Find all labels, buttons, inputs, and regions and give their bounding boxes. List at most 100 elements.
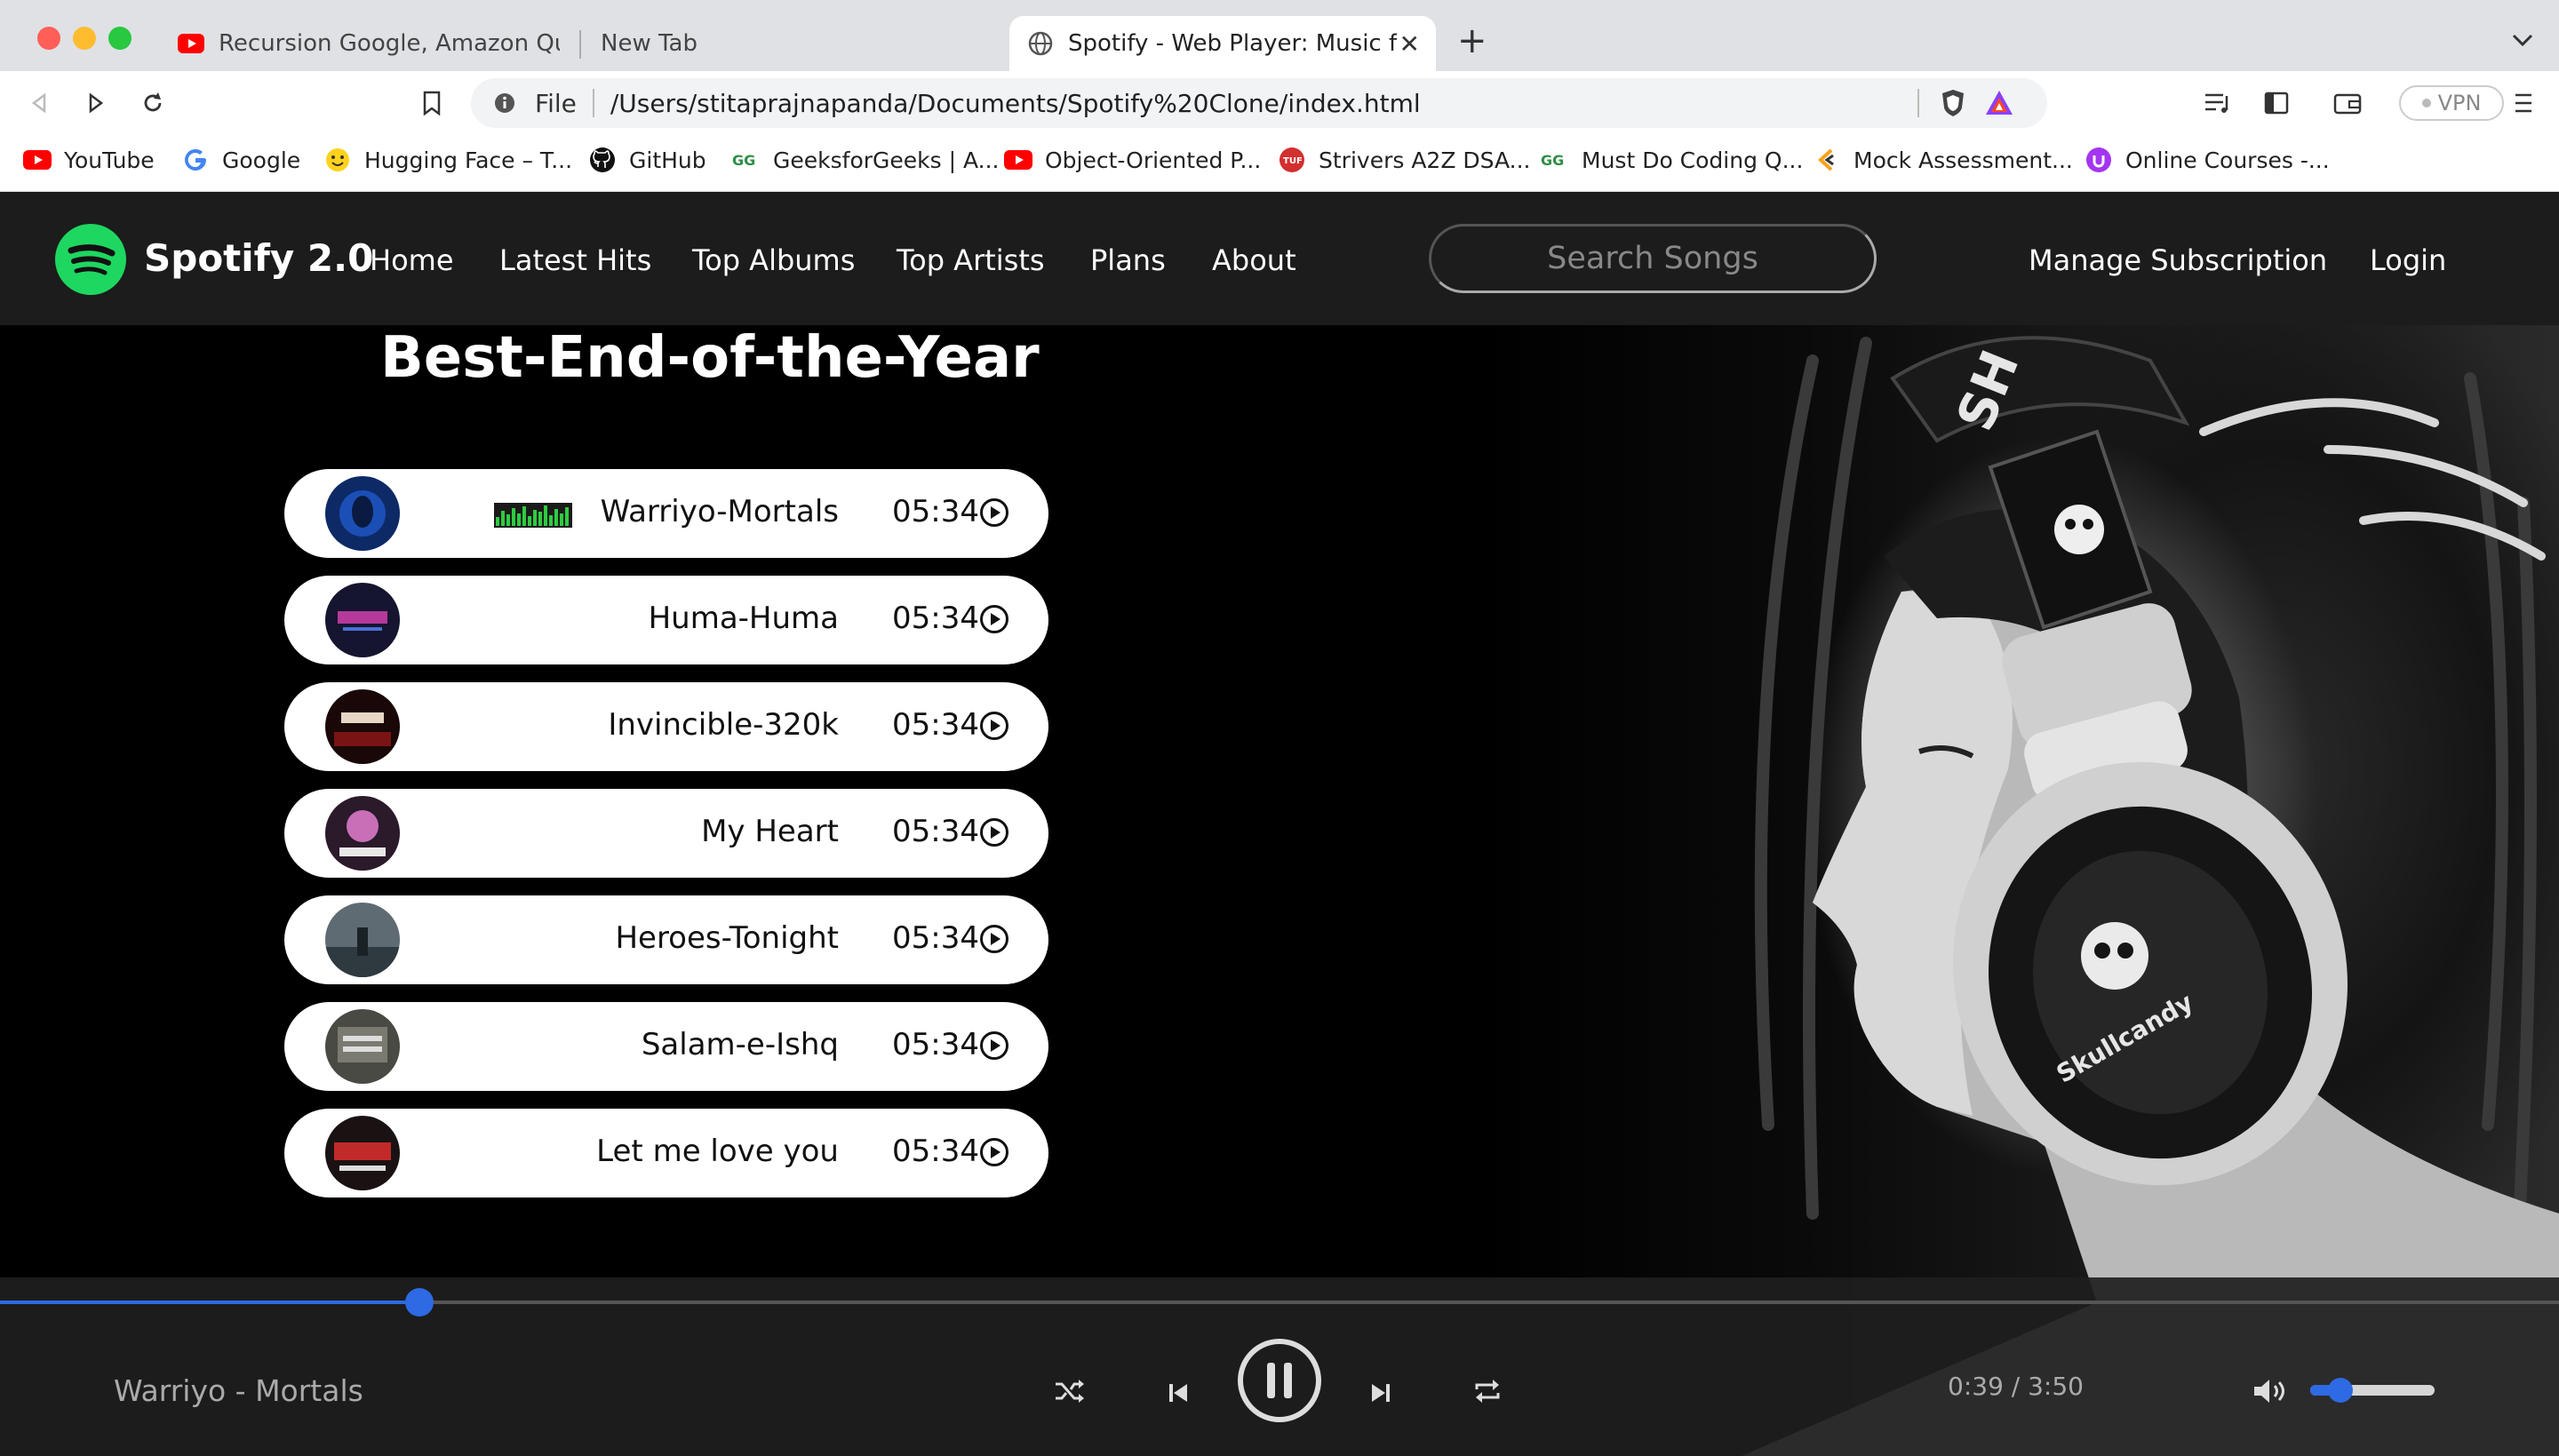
song-duration: 05:34 bbox=[892, 1134, 979, 1169]
nav-plans[interactable]: Plans bbox=[1090, 243, 1166, 277]
bookmark-label: YouTube bbox=[64, 147, 155, 173]
tab-title: Spotify - Web Player: Music for bbox=[1068, 30, 1397, 57]
bookmark-google[interactable]: Google bbox=[181, 146, 300, 174]
play-circle-icon[interactable] bbox=[979, 924, 1009, 954]
song-item[interactable]: Heroes-Tonight 05:34 bbox=[284, 895, 1048, 984]
reload-icon[interactable] bbox=[133, 84, 172, 123]
geeksforgeeks-icon: GG bbox=[732, 146, 761, 174]
geeksforgeeks-icon: GG bbox=[1541, 146, 1569, 174]
progress-fill bbox=[0, 1301, 420, 1304]
song-name: Invincible-320k bbox=[608, 707, 839, 743]
volume-icon[interactable] bbox=[2250, 1372, 2292, 1411]
close-tab-icon[interactable]: ✕ bbox=[1399, 29, 1420, 59]
tuf-icon: TUF bbox=[1278, 146, 1306, 174]
volume-thumb[interactable] bbox=[2327, 1378, 2353, 1403]
back-icon[interactable] bbox=[20, 84, 59, 123]
top-navbar: Spotify 2.0 Home Latest Hits Top Albums … bbox=[0, 192, 2559, 325]
pause-button[interactable] bbox=[1235, 1336, 1324, 1425]
song-item[interactable]: My Heart 05:34 bbox=[284, 789, 1048, 878]
song-item[interactable]: Huma-Huma 05:34 bbox=[284, 576, 1048, 664]
youtube-icon bbox=[1004, 146, 1032, 174]
play-circle-icon[interactable] bbox=[979, 1030, 1009, 1061]
volume-slider[interactable] bbox=[2310, 1378, 2435, 1403]
bookmark-strivers[interactable]: TUF Strivers A2Z DSA... bbox=[1278, 146, 1531, 174]
nav-about[interactable]: About bbox=[1212, 243, 1296, 277]
tab-recursion[interactable]: Recursion Google, Amazon Questio bbox=[160, 16, 578, 71]
bookmark-github[interactable]: GitHub bbox=[588, 146, 706, 174]
song-item[interactable]: Warriyo-Mortals 05:34 bbox=[284, 469, 1048, 558]
divider bbox=[592, 89, 594, 117]
bookmark-label: Online Courses -... bbox=[2125, 147, 2330, 173]
bookmark-online-courses[interactable]: Online Courses -... bbox=[2085, 146, 2330, 174]
manage-subscription-link[interactable]: Manage Subscription bbox=[2029, 243, 2327, 277]
play-circle-icon[interactable] bbox=[979, 817, 1009, 847]
spotify-page: SH Skullcandy Spotify 2.0 Home Latest Hi… bbox=[0, 192, 2559, 1456]
address-bar[interactable]: File /Users/stitaprajnapanda/Documents/S… bbox=[471, 78, 2047, 128]
progress-bar[interactable] bbox=[0, 1288, 2559, 1317]
vpn-button[interactable]: VPN bbox=[2399, 85, 2504, 121]
bookmark-oop-youtube[interactable]: Object-Oriented P... bbox=[1004, 146, 1261, 174]
search-songs-input[interactable] bbox=[1429, 224, 1877, 293]
equalizer-visualizer bbox=[494, 503, 572, 528]
vpn-label: VPN bbox=[2437, 91, 2482, 115]
zoom-window-button[interactable] bbox=[108, 27, 132, 50]
brand-name[interactable]: Spotify 2.0 bbox=[144, 236, 373, 280]
codestudio-icon bbox=[1813, 146, 1841, 174]
song-duration: 05:34 bbox=[892, 920, 979, 956]
play-circle-icon[interactable] bbox=[979, 604, 1009, 634]
song-cover bbox=[325, 1116, 400, 1190]
forward-icon[interactable] bbox=[76, 84, 116, 123]
nav-home[interactable]: Home bbox=[370, 243, 454, 277]
play-circle-icon[interactable] bbox=[979, 497, 1009, 528]
brave-rewards-icon[interactable] bbox=[1983, 87, 2015, 119]
song-item[interactable]: Invincible-320k 05:34 bbox=[284, 682, 1048, 771]
bookmark-label: GeeksforGeeks | A... bbox=[773, 147, 1000, 173]
menu-icon[interactable] bbox=[2504, 84, 2543, 123]
song-cover bbox=[325, 689, 400, 764]
play-circle-icon[interactable] bbox=[979, 711, 1009, 741]
svg-text:GG: GG bbox=[732, 152, 755, 169]
next-icon[interactable] bbox=[1361, 1373, 1400, 1412]
wallet-icon[interactable] bbox=[2328, 84, 2367, 123]
song-name: Let me love you bbox=[596, 1134, 839, 1169]
now-playing-title: Warriyo - Mortals bbox=[114, 1373, 363, 1408]
youtube-icon bbox=[23, 146, 52, 174]
reading-list-icon[interactable] bbox=[2198, 84, 2237, 123]
song-item[interactable]: Salam-e-Ishq 05:34 bbox=[284, 1002, 1048, 1091]
tab-title: Recursion Google, Amazon Questio bbox=[219, 30, 560, 57]
google-icon bbox=[181, 146, 210, 174]
nav-top-albums[interactable]: Top Albums bbox=[692, 243, 855, 277]
bookmark-mock-assessment[interactable]: Mock Assessment... bbox=[1813, 146, 2073, 174]
previous-icon[interactable] bbox=[1159, 1373, 1198, 1412]
url-scheme: File bbox=[535, 88, 577, 118]
nav-latest-hits[interactable]: Latest Hits bbox=[499, 243, 651, 277]
svg-text:TUF: TUF bbox=[1283, 156, 1303, 166]
play-circle-icon[interactable] bbox=[979, 1137, 1009, 1167]
minimize-window-button[interactable] bbox=[73, 27, 96, 50]
tab-new-tab[interactable]: New Tab bbox=[583, 16, 1000, 71]
song-list: Warriyo-Mortals 05:34 Huma-Huma 05:34 In… bbox=[284, 469, 1048, 1215]
bookmark-geeksforgeeks[interactable]: GG GeeksforGeeks | A... bbox=[732, 146, 999, 174]
bookmark-icon[interactable] bbox=[412, 84, 451, 123]
bookmark-label: Strivers A2Z DSA... bbox=[1319, 147, 1531, 173]
tab-search-chevron-icon[interactable] bbox=[2511, 25, 2534, 54]
bookmark-must-do-coding[interactable]: GG Must Do Coding Q... bbox=[1541, 146, 1803, 174]
svg-text:GG: GG bbox=[1541, 152, 1564, 169]
bookmark-youtube[interactable]: YouTube bbox=[23, 146, 155, 174]
login-link[interactable]: Login bbox=[2370, 243, 2446, 277]
repeat-icon[interactable] bbox=[1468, 1372, 1507, 1411]
song-item[interactable]: Let me love you 05:34 bbox=[284, 1109, 1048, 1197]
info-icon[interactable] bbox=[487, 85, 522, 121]
shuffle-icon[interactable] bbox=[1050, 1372, 1089, 1411]
url-text[interactable]: /Users/stitaprajnapanda/Documents/Spotif… bbox=[610, 89, 1421, 118]
youtube-icon bbox=[178, 30, 204, 57]
new-tab-button[interactable]: + bbox=[1457, 23, 1487, 59]
spotify-logo-icon[interactable] bbox=[55, 224, 126, 295]
sidebar-icon[interactable] bbox=[2257, 84, 2296, 123]
bookmark-label: Object-Oriented P... bbox=[1045, 147, 1262, 173]
tab-spotify[interactable]: Spotify - Web Player: Music for ✕ bbox=[1009, 16, 1436, 71]
close-window-button[interactable] bbox=[37, 27, 60, 50]
nav-top-artists[interactable]: Top Artists bbox=[897, 243, 1045, 277]
bookmark-hugging-face[interactable]: Hugging Face – T... bbox=[323, 146, 572, 174]
brave-shield-icon[interactable] bbox=[1937, 87, 1969, 119]
